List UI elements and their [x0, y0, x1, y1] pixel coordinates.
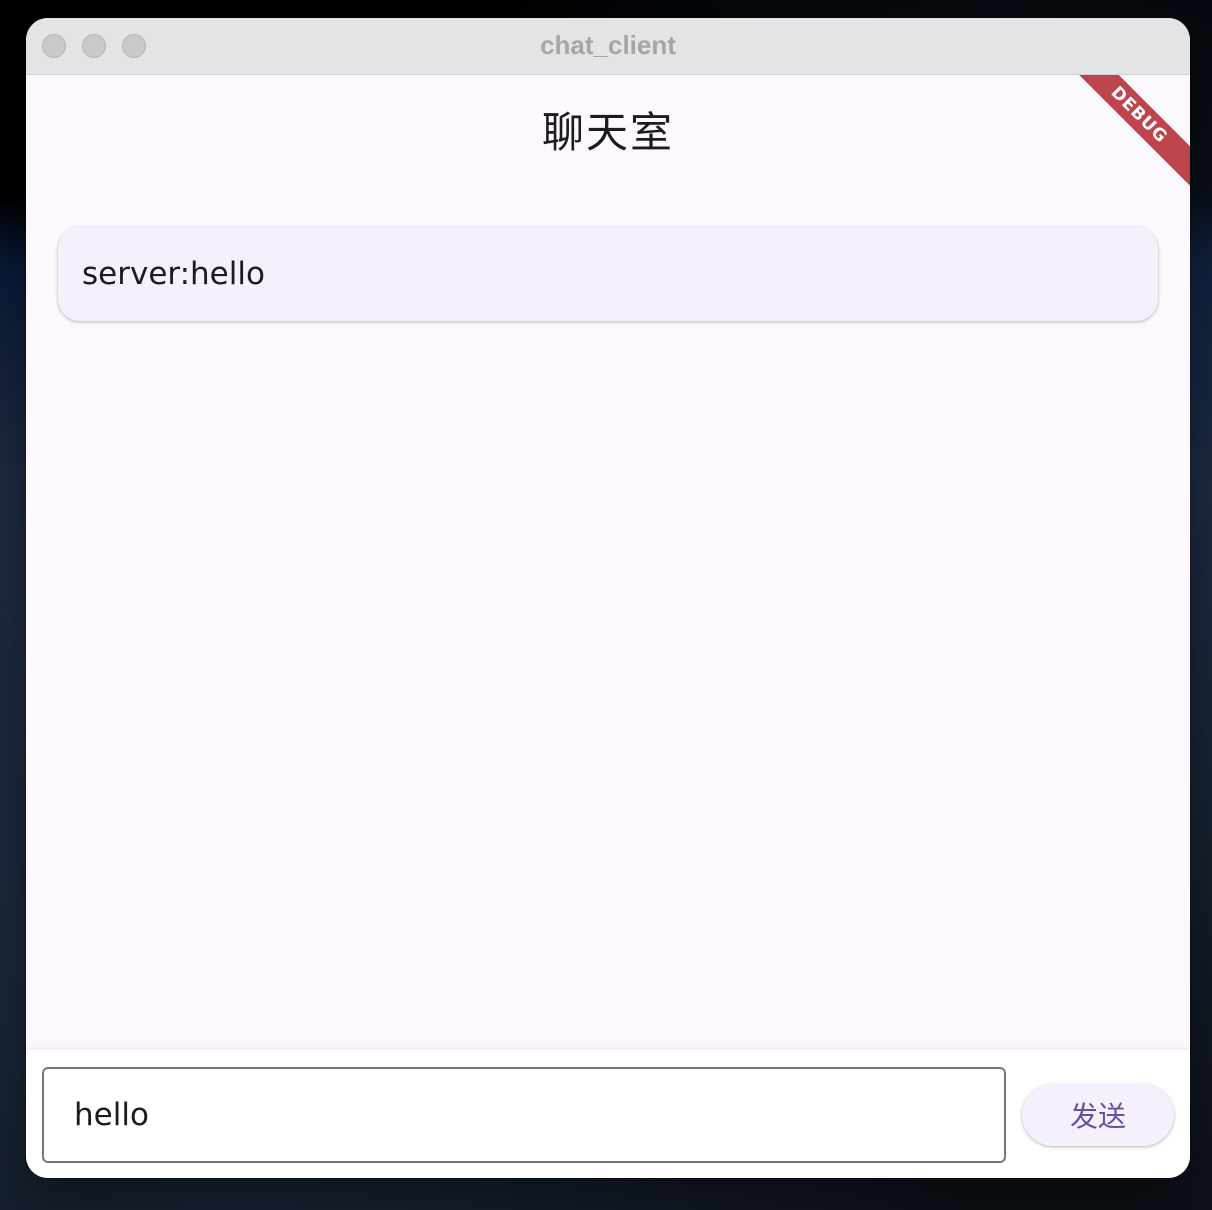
message-text: server:hello — [82, 256, 265, 292]
app-content: 聊天室 server:hello 发送 — [26, 75, 1190, 1178]
message-card: server:hello — [58, 227, 1158, 321]
window-titlebar[interactable]: chat_client — [26, 18, 1190, 75]
composer-bar: 发送 — [26, 1050, 1190, 1178]
message-list: server:hello — [58, 227, 1158, 321]
desktop-background: chat_client 聊天室 server:hello 发送 DEBUG — [0, 0, 1212, 1210]
page-title: 聊天室 — [541, 108, 674, 157]
send-button[interactable]: 发送 — [1022, 1084, 1174, 1146]
window-title: chat_client — [540, 30, 676, 60]
app-window: chat_client 聊天室 server:hello 发送 DEBUG — [26, 18, 1190, 1178]
message-input[interactable] — [42, 1067, 1006, 1163]
